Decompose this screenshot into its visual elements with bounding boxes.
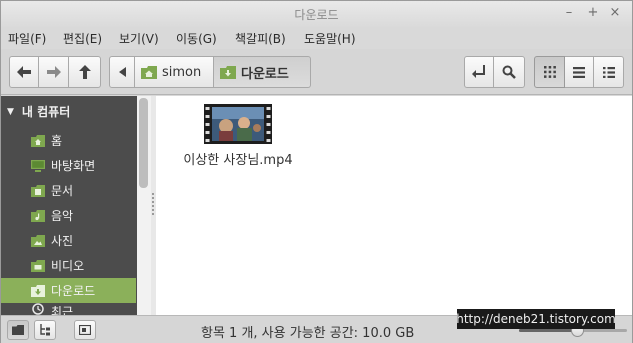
sidebar-item-label: 최근 xyxy=(51,305,74,315)
close-icon[interactable]: × xyxy=(607,5,623,21)
sidebar-item-downloads[interactable]: 다운로드 xyxy=(1,278,136,303)
menu-file[interactable]: 파일(F) xyxy=(8,30,46,47)
toggle-sidebar-button[interactable] xyxy=(74,320,96,340)
watermark: http://deneb21.tistory.com xyxy=(456,309,616,329)
menu-bar: 파일(F) 편집(E) 보기(V) 이동(G) 책갈피(B) 도움말(H) xyxy=(1,27,632,49)
toolbar: simon 다운로드 xyxy=(1,49,632,95)
arrow-left-icon xyxy=(17,66,31,78)
videos-folder-icon xyxy=(31,259,45,272)
sidebar-item-documents[interactable]: 문서 xyxy=(1,178,136,203)
sidebar-scrollbar-thumb[interactable] xyxy=(139,98,148,188)
show-places-button[interactable] xyxy=(7,320,29,340)
sidebar-item-pictures[interactable]: 사진 xyxy=(1,228,136,253)
chevron-left-icon xyxy=(118,67,126,77)
sidebar-section-my-computer[interactable]: ▼ 내 컴퓨터 xyxy=(7,103,70,120)
music-folder-icon xyxy=(31,209,45,222)
location-entry-icon xyxy=(472,65,485,78)
download-folder-icon xyxy=(31,284,45,297)
compact-view-icon xyxy=(602,66,615,78)
file-view[interactable]: 이상한 사장님.mp4 xyxy=(156,96,632,315)
breadcrumb-simon[interactable]: simon xyxy=(135,56,214,88)
menu-edit[interactable]: 편집(E) xyxy=(63,30,102,47)
sidebar-section-label: 내 컴퓨터 xyxy=(21,105,71,119)
sidebar-item-videos[interactable]: 비디오 xyxy=(1,253,136,278)
sidebar-item-recent[interactable]: 최근 xyxy=(1,303,136,315)
desktop-icon xyxy=(31,159,45,172)
back-button[interactable] xyxy=(9,56,39,88)
compact-view-button[interactable] xyxy=(594,56,624,88)
sidebar-toggle-icon xyxy=(79,325,91,335)
pictures-folder-icon xyxy=(31,234,45,247)
file-manager-window: 다운로드 – + × 파일(F) 편집(E) 보기(V) 이동(G) 책갈피(B… xyxy=(0,0,633,343)
title-bar[interactable]: 다운로드 – + × xyxy=(1,1,632,27)
menu-bookmarks[interactable]: 책갈피(B) xyxy=(235,30,286,47)
arrow-right-icon xyxy=(46,66,61,78)
menu-help[interactable]: 도움말(H) xyxy=(304,30,356,47)
arrow-up-icon xyxy=(78,65,91,79)
icon-view-button[interactable] xyxy=(534,56,565,88)
search-button[interactable] xyxy=(494,56,525,88)
file-name: 이상한 사장님.mp4 xyxy=(183,153,293,168)
breadcrumb-label: simon xyxy=(162,64,202,80)
window-title: 다운로드 xyxy=(294,8,339,22)
menu-view[interactable]: 보기(V) xyxy=(119,30,159,47)
maximize-icon[interactable]: + xyxy=(585,5,601,21)
sidebar-item-home[interactable]: 홈 xyxy=(1,128,136,153)
download-folder-icon xyxy=(220,65,236,79)
file-item[interactable]: 이상한 사장님.mp4 xyxy=(178,104,298,168)
sidebar-item-label: 사진 xyxy=(51,234,74,248)
home-folder-icon xyxy=(31,134,45,147)
up-button[interactable] xyxy=(69,56,101,88)
sidebar-item-label: 홈 xyxy=(51,134,63,148)
sidebar-item-label: 다운로드 xyxy=(51,284,96,298)
sidebar-item-music[interactable]: 음악 xyxy=(1,203,136,228)
breadcrumb-label: 다운로드 xyxy=(241,66,289,82)
expander-triangle-icon[interactable]: ▼ xyxy=(7,107,14,117)
search-icon xyxy=(502,65,516,79)
list-view-button[interactable] xyxy=(565,56,594,88)
forward-button[interactable] xyxy=(39,56,69,88)
home-folder-icon xyxy=(141,65,157,79)
sidebar-item-label: 문서 xyxy=(51,184,74,198)
toggle-location-button[interactable] xyxy=(464,56,494,88)
minimize-icon[interactable]: – xyxy=(561,5,577,21)
breadcrumb-scroll-left-button[interactable] xyxy=(109,56,135,88)
recent-icon xyxy=(32,303,44,315)
zoom-slider-fill xyxy=(519,329,579,332)
tree-view-icon xyxy=(40,324,50,336)
sidebar-item-label: 음악 xyxy=(51,209,74,223)
sidebar-item-label: 바탕화면 xyxy=(51,159,96,173)
video-thumbnail-icon xyxy=(204,104,272,144)
status-text: 항목 1 개, 사용 가능한 공간: 10.0 GB xyxy=(201,326,415,341)
pane-divider-handle[interactable] xyxy=(152,193,155,215)
breadcrumb-download[interactable]: 다운로드 xyxy=(214,56,311,88)
documents-folder-icon xyxy=(31,184,45,197)
folder-icon xyxy=(12,325,24,335)
menu-go[interactable]: 이동(G) xyxy=(176,30,217,47)
sidebar: ▼ 내 컴퓨터 홈 바탕화면 문서 음악 사진 비디오 다운로드 최근 xyxy=(1,96,151,315)
list-view-icon xyxy=(573,66,585,78)
show-treeview-button[interactable] xyxy=(34,320,56,340)
sidebar-item-label: 비디오 xyxy=(51,259,85,273)
sidebar-item-desktop[interactable]: 바탕화면 xyxy=(1,153,136,178)
icon-grid-icon xyxy=(543,66,556,78)
